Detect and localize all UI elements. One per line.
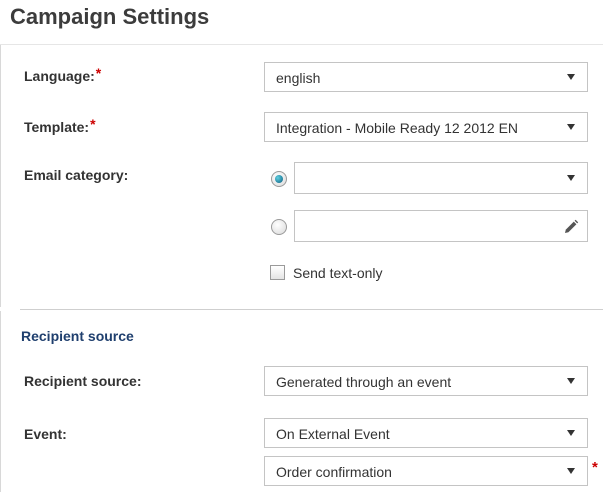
language-select[interactable]: english (264, 62, 588, 92)
page-title: Campaign Settings (10, 4, 210, 29)
recipient-section-title: Recipient source (21, 328, 134, 344)
event-type-value: Order confirmation (276, 464, 392, 480)
template-select[interactable]: Integration - Mobile Ready 12 2012 EN (264, 112, 588, 142)
left-border-top (0, 45, 1, 307)
email-category-text-field[interactable] (294, 210, 588, 242)
chevron-down-icon (567, 468, 575, 474)
send-text-only-label: Send text-only (293, 265, 383, 281)
recipient-source-value: Generated through an event (276, 374, 452, 390)
chevron-down-icon (567, 378, 575, 384)
email-category-text-radio[interactable] (271, 219, 287, 235)
template-value: Integration - Mobile Ready 12 2012 EN (276, 120, 519, 136)
language-label: Language:* (24, 65, 102, 84)
chevron-down-icon (567, 175, 575, 181)
pencil-icon[interactable] (563, 219, 579, 235)
chevron-down-icon (567, 124, 575, 130)
language-value: english (276, 70, 321, 86)
email-category-select-radio[interactable] (271, 171, 287, 187)
chevron-down-icon (567, 74, 575, 80)
required-marker: * (95, 65, 102, 81)
required-marker: * (90, 116, 96, 132)
email-category-label: Email category: (24, 167, 129, 183)
event-type-select[interactable]: Order confirmation (264, 456, 588, 486)
event-select[interactable]: On External Event (264, 418, 588, 448)
chevron-down-icon (567, 430, 575, 436)
email-category-select[interactable] (294, 162, 588, 194)
event-label: Event: (24, 426, 67, 442)
template-label: Template:* (24, 116, 96, 135)
event-value: On External Event (276, 426, 390, 442)
title-divider (0, 44, 603, 45)
recipient-source-select[interactable]: Generated through an event (264, 366, 588, 396)
section-divider (20, 309, 603, 310)
required-marker: * (592, 459, 598, 476)
send-text-only-checkbox[interactable] (270, 265, 285, 280)
left-border-bottom (0, 311, 1, 492)
recipient-source-label: Recipient source: (24, 373, 142, 389)
